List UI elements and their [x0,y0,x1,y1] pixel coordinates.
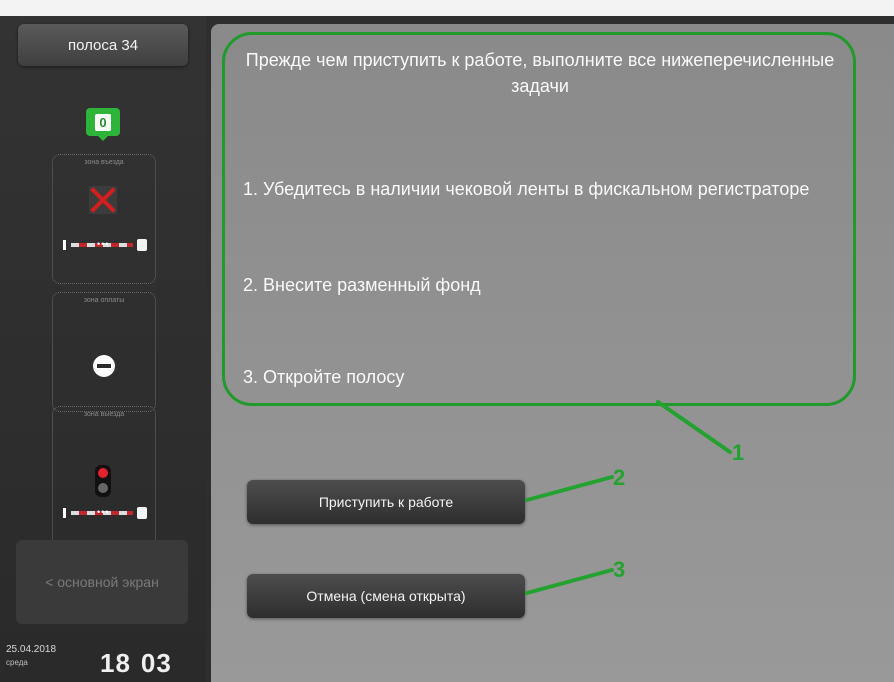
zone-entry-label: зона въезда [84,159,124,166]
main-panel: Прежде чем приступить к работе, выполнит… [211,24,894,682]
annotation-label-1: 1 [732,440,745,465]
clock-hours: 18 [100,648,131,678]
date: 25.04.2018 [6,644,57,655]
clock: 18 03 [100,648,172,679]
cancel-button[interactable]: Отмена (смена открыта) [247,574,525,618]
top-strip [0,0,894,16]
instructions-box: Прежде чем приступить к работе, выполнит… [222,32,856,406]
zone-exit-label: зона выезда [83,411,125,418]
barrier-icon: ••• [63,239,147,251]
lane-button[interactable]: полоса 34 [18,24,188,66]
start-work-button[interactable]: Приступить к работе [247,480,525,524]
no-entry-icon [93,355,115,377]
sidebar: полоса 34 0 зона въезда ••• зона оплаты … [0,16,206,682]
zone-payment[interactable]: зона оплаты [52,292,156,412]
weekday: среда [6,658,28,667]
clock-minutes: 03 [140,648,172,678]
zone-entry[interactable]: зона въезда ••• [52,154,156,284]
annotation-label-3: 3 [613,557,626,582]
zone-payment-label: зона оплаты [83,297,125,304]
main-screen-button[interactable]: < основной экран [16,540,188,624]
counter-value: 0 [95,113,111,131]
zone-exit[interactable]: зона выезда ••• [52,406,156,546]
vehicle-counter-badge: 0 [86,108,120,141]
traffic-light-icon [95,465,111,497]
step-2: 2. Внесите разменный фонд [243,275,481,295]
x-icon [89,186,117,214]
annotation-label-2: 2 [613,465,626,490]
instructions-title: Прежде чем приступить к работе, выполнит… [245,50,835,96]
step-1: 1. Убедитесь в наличии чековой ленты в ф… [243,179,810,199]
barrier-icon: ••• [63,507,147,519]
step-3: 3. Откройте полосу [243,367,405,387]
